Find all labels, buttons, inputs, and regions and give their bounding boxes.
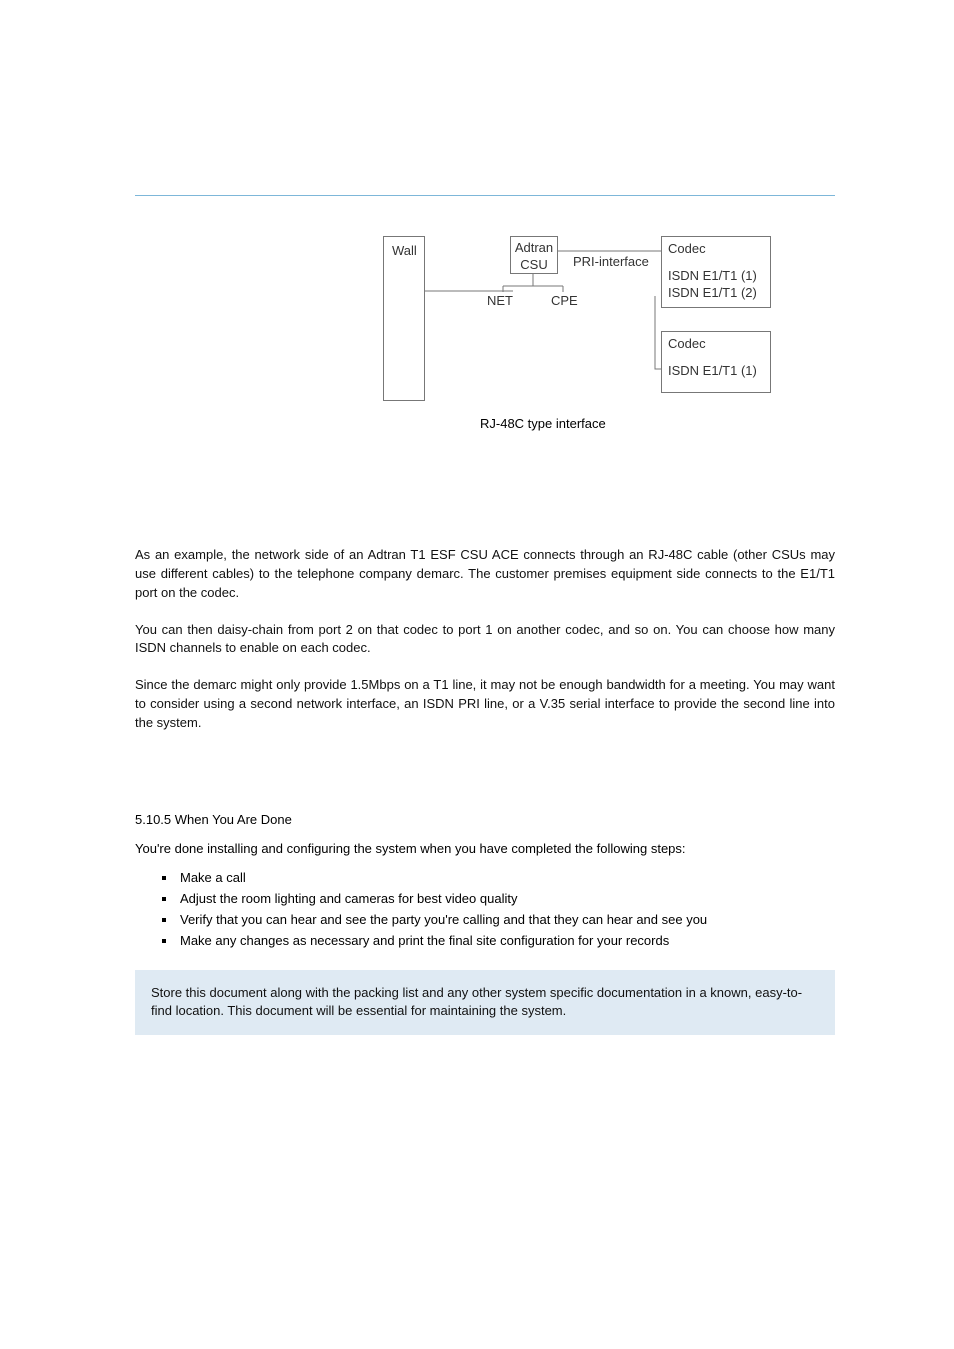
- bullet-text: Verify that you can hear and see the par…: [180, 912, 707, 927]
- diagram-caption: RJ-48C type interface: [480, 416, 606, 431]
- codec-a-port1: ISDN E1/T1 (1): [668, 268, 757, 283]
- section-divider: [135, 195, 835, 196]
- csu-line1: Adtran: [515, 240, 553, 255]
- pri-interface-label: PRI-interface: [573, 254, 649, 269]
- net-label: NET: [487, 293, 513, 308]
- page-root: Wall Adtran CSU PRI-interface NET CPE Co…: [0, 0, 954, 1349]
- diagram-region: Wall Adtran CSU PRI-interface NET CPE Co…: [135, 236, 835, 496]
- section-5-10-5-body: You're done installing and configuring t…: [135, 840, 835, 859]
- codec-b-title: Codec: [668, 336, 706, 351]
- list-item: Make a call: [135, 868, 835, 889]
- bullet-text: Adjust the room lighting and cameras for…: [180, 891, 517, 906]
- codec-b-port1: ISDN E1/T1 (1): [668, 363, 757, 378]
- diagram-box-codec-a: Codec ISDN E1/T1 (1) ISDN E1/T1 (2): [661, 236, 771, 308]
- cpe-label: CPE: [551, 293, 578, 308]
- bullet-text: Make a call: [180, 870, 246, 885]
- list-item: Verify that you can hear and see the par…: [135, 910, 835, 931]
- diagram-wall-label: Wall: [392, 243, 417, 258]
- note-box: Store this document along with the packi…: [135, 970, 835, 1036]
- connection-diagram: Wall Adtran CSU PRI-interface NET CPE Co…: [383, 236, 783, 446]
- note-text: Store this document along with the packi…: [151, 984, 819, 1022]
- diagram-box-csu: Adtran CSU: [510, 236, 558, 274]
- paragraph-1: As an example, the network side of an Ad…: [135, 546, 835, 603]
- content-area: Wall Adtran CSU PRI-interface NET CPE Co…: [135, 195, 835, 1035]
- csu-line2: CSU: [520, 257, 547, 272]
- bullet-text: Make any changes as necessary and print …: [180, 933, 669, 948]
- list-item: Make any changes as necessary and print …: [135, 931, 835, 952]
- section-5-10-5-title: 5.10.5 When You Are Done: [135, 811, 835, 830]
- done-checklist: Make a call Adjust the room lighting and…: [135, 868, 835, 951]
- codec-a-port2: ISDN E1/T1 (2): [668, 285, 757, 300]
- diagram-box-codec-b: Codec ISDN E1/T1 (1): [661, 331, 771, 393]
- list-item: Adjust the room lighting and cameras for…: [135, 889, 835, 910]
- diagram-box-wall: Wall: [383, 236, 425, 401]
- paragraph-2: You can then daisy-chain from port 2 on …: [135, 621, 835, 659]
- paragraph-3: Since the demarc might only provide 1.5M…: [135, 676, 835, 733]
- codec-a-title: Codec: [668, 241, 706, 256]
